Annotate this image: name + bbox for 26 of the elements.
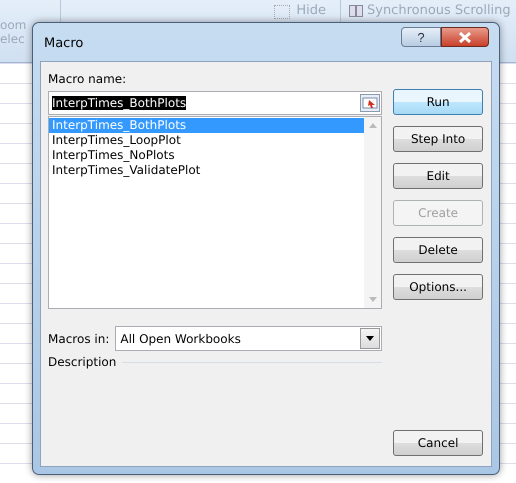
scroll-up-icon[interactable] <box>368 123 377 128</box>
macros-in-dropdown[interactable]: All Open Workbooks <box>115 326 382 351</box>
macro-list-item[interactable]: InterpTimes_ValidatePlot <box>49 163 364 178</box>
dialog-button[interactable]: Run <box>393 89 483 115</box>
cancel-button[interactable]: Cancel <box>393 430 483 456</box>
macro-name-label: Macro name: <box>48 72 128 86</box>
window-icon <box>274 5 290 19</box>
dropdown-arrow-icon <box>366 336 374 341</box>
dialog-button[interactable]: Delete <box>393 237 483 263</box>
dialog-button[interactable]: Edit <box>393 163 483 189</box>
help-button[interactable]: ? <box>401 27 441 47</box>
macros-in-label: Macros in: <box>48 332 110 346</box>
dialog-button[interactable]: Options... <box>393 274 483 300</box>
macro-list-item[interactable]: InterpTimes_LoopPlot <box>49 133 364 148</box>
description-label: Description <box>48 355 116 369</box>
sync-scroll-icon <box>349 5 363 17</box>
collapse-dialog-icon[interactable] <box>360 94 380 112</box>
macro-list-item[interactable]: InterpTimes_NoPlots <box>49 148 364 163</box>
scrollbar[interactable] <box>364 117 382 308</box>
close-button[interactable] <box>441 27 489 47</box>
window-title: Macro <box>44 36 84 51</box>
ribbon-label: oom <box>0 18 28 32</box>
macro-name-field[interactable]: InterpTimes_BothPlots <box>48 91 382 115</box>
scroll-down-icon[interactable] <box>368 297 377 302</box>
dialog-button[interactable]: Step Into <box>393 126 483 152</box>
close-icon <box>458 32 472 42</box>
